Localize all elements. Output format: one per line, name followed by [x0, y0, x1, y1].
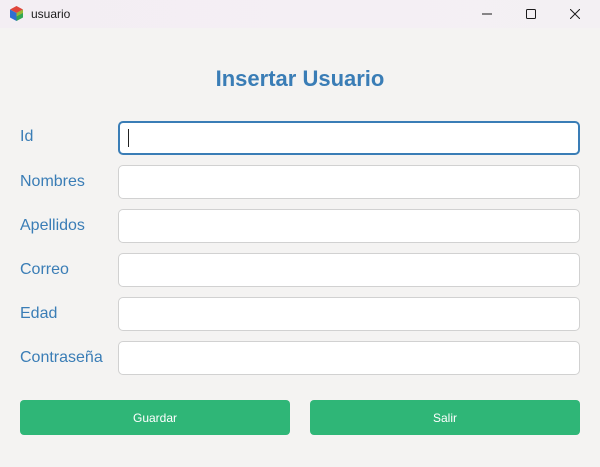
title-bar[interactable]: usuario	[0, 0, 600, 28]
window-title: usuario	[31, 7, 71, 21]
text-caret	[128, 129, 129, 147]
maximize-button[interactable]	[508, 0, 554, 28]
apellidos-input[interactable]	[118, 209, 580, 243]
close-button[interactable]	[552, 0, 598, 28]
app-cube-icon	[10, 6, 23, 21]
edad-label: Edad	[20, 305, 58, 322]
form-heading: Insertar Usuario	[215, 66, 385, 91]
correo-input[interactable]	[118, 253, 580, 287]
nombres-label: Nombres	[20, 173, 85, 190]
correo-label: Correo	[20, 261, 69, 278]
contrasena-label: Contraseña	[20, 349, 103, 366]
app-window: usuario Insertar Usuario Id Nombres Apel…	[0, 0, 600, 467]
guardar-button[interactable]: Guardar	[20, 400, 290, 435]
apellidos-label: Apellidos	[20, 217, 85, 234]
maximize-icon	[526, 9, 536, 19]
close-icon	[570, 9, 580, 19]
id-input[interactable]	[118, 121, 580, 155]
id-label: Id	[20, 128, 34, 145]
minimize-icon	[482, 13, 492, 15]
salir-button[interactable]: Salir	[310, 400, 580, 435]
nombres-input[interactable]	[118, 165, 580, 199]
contrasena-input[interactable]	[118, 341, 580, 375]
minimize-button[interactable]	[464, 0, 510, 28]
edad-input[interactable]	[118, 297, 580, 331]
